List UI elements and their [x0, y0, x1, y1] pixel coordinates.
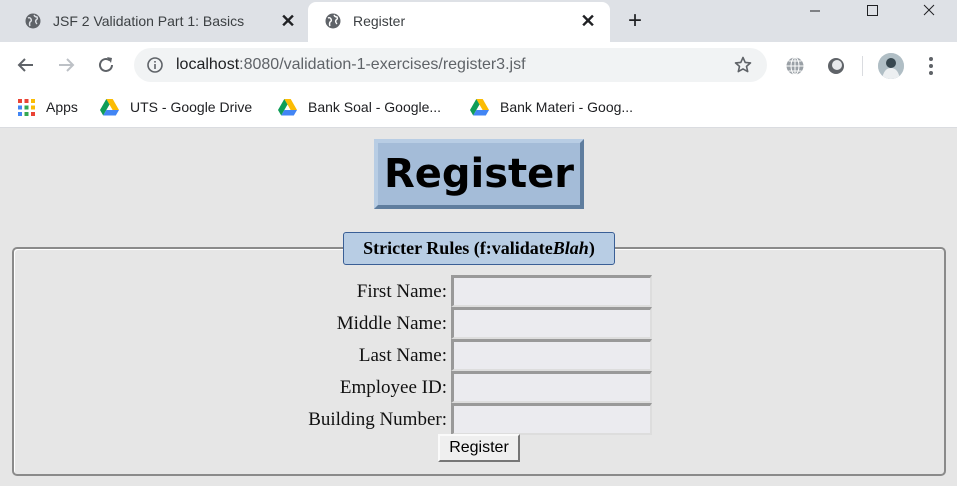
legend-italic: Blah — [552, 238, 589, 258]
building-number-field[interactable] — [451, 403, 652, 435]
page-title: Register — [374, 139, 584, 209]
kebab-menu-icon[interactable] — [924, 55, 938, 77]
bookmark-label: Apps — [46, 99, 78, 115]
avatar-image — [878, 53, 904, 79]
bookmark-bank-materi[interactable]: Bank Materi - Goog... — [470, 97, 633, 117]
middle-name-label: Middle Name: — [336, 313, 447, 334]
browser-toolbar: localhost:8080/validation-1-exercises/re… — [0, 42, 957, 89]
arrow-left-icon — [17, 58, 33, 72]
form-row-middle-name: Middle Name: — [0, 307, 957, 339]
window-close-button[interactable] — [906, 0, 952, 20]
minimize-icon — [810, 10, 820, 12]
extension-globe-icon[interactable] — [785, 56, 805, 76]
apps-grid-icon — [18, 98, 35, 116]
form-row-first-name: First Name: — [0, 275, 957, 307]
url-text[interactable]: localhost:8080/validation-1-exercises/re… — [176, 56, 526, 74]
back-button[interactable] — [13, 52, 39, 78]
employee-id-field[interactable] — [451, 371, 652, 403]
tab-register[interactable]: Register ✕ — [308, 2, 610, 42]
form-row-employee-id: Employee ID: — [0, 371, 957, 403]
info-icon[interactable] — [147, 57, 163, 73]
tab-strip: JSF 2 Validation Part 1: Basics ✕ Regist… — [0, 0, 957, 42]
legend-prefix: Stricter Rules (f:validate — [363, 238, 553, 258]
maximize-icon — [867, 5, 878, 16]
reload-icon — [99, 57, 113, 72]
bookmark-uts[interactable]: UTS - Google Drive — [100, 97, 252, 117]
fieldset-legend: Stricter Rules (f:validateBlah) — [343, 232, 615, 265]
bookmark-apps[interactable]: Apps — [18, 97, 78, 117]
globe-icon — [325, 13, 341, 29]
close-icon — [923, 4, 935, 16]
url-path: :8080/validation-1-exercises/register3.j… — [239, 56, 526, 73]
profile-avatar[interactable] — [878, 53, 904, 79]
bookmark-bank-soal[interactable]: Bank Soal - Google... — [278, 97, 441, 117]
google-drive-icon — [100, 98, 119, 115]
toolbar-divider — [862, 56, 863, 76]
form-row-building-number: Building Number: — [0, 403, 957, 435]
bookmark-label: Bank Materi - Goog... — [500, 99, 634, 115]
google-drive-icon — [470, 98, 489, 115]
arrow-right-icon — [59, 58, 75, 72]
first-name-label: First Name: — [356, 281, 447, 302]
last-name-label: Last Name: — [358, 345, 447, 366]
page-content: Register Stricter Rules (f:validateBlah)… — [0, 128, 957, 486]
last-name-field[interactable] — [451, 339, 652, 371]
close-tab-icon[interactable]: ✕ — [278, 11, 298, 31]
tab-title: Register — [353, 13, 406, 29]
url-host: localhost — [176, 56, 240, 73]
address-bar[interactable]: localhost:8080/validation-1-exercises/re… — [134, 48, 767, 82]
first-name-field[interactable] — [451, 275, 652, 307]
building-number-label: Building Number: — [308, 409, 447, 430]
middle-name-field[interactable] — [451, 307, 652, 339]
minimize-button[interactable] — [792, 0, 838, 20]
bookmark-label: Bank Soal - Google... — [308, 99, 442, 115]
bookmark-label: UTS - Google Drive — [130, 99, 253, 115]
reload-button[interactable] — [93, 52, 119, 78]
legend-suffix: ) — [588, 238, 595, 258]
globe-icon — [25, 13, 41, 29]
maximize-button[interactable] — [849, 0, 895, 20]
extension-circle-icon[interactable] — [826, 56, 846, 76]
bookmarks-bar: Apps UTS - Google Drive Bank Soal - Goog… — [0, 89, 957, 128]
form-row-last-name: Last Name: — [0, 339, 957, 371]
new-tab-button[interactable]: + — [622, 9, 648, 35]
forward-button[interactable] — [53, 52, 79, 78]
close-tab-icon[interactable]: ✕ — [578, 11, 598, 31]
google-drive-icon — [278, 98, 297, 115]
tab-jsf-validation[interactable]: JSF 2 Validation Part 1: Basics ✕ — [8, 0, 308, 42]
bookmark-star-icon[interactable] — [734, 56, 752, 74]
register-submit-button[interactable]: Register — [438, 434, 520, 462]
employee-id-label: Employee ID: — [339, 377, 447, 398]
tab-title: JSF 2 Validation Part 1: Basics — [53, 13, 245, 29]
